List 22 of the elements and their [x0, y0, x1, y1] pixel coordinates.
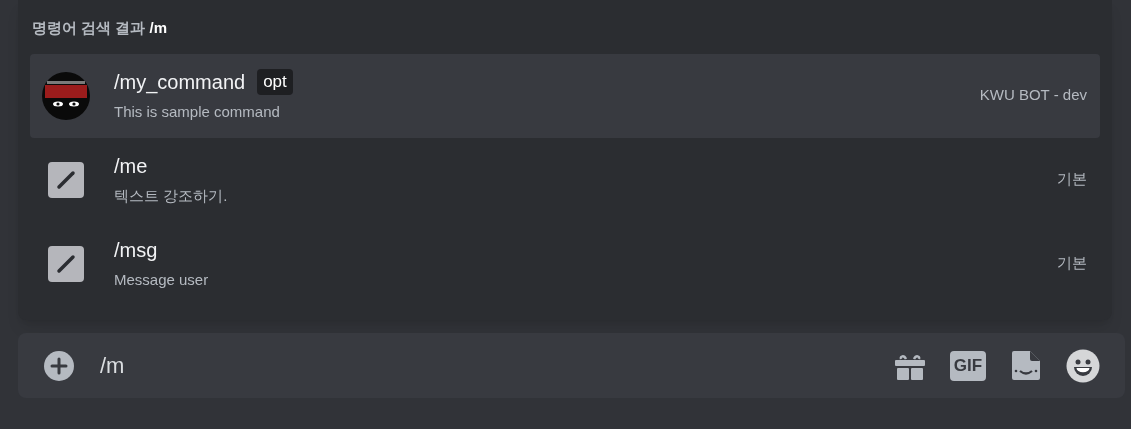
command-description: Message user — [114, 270, 210, 291]
command-item[interactable]: /my_command opt This is sample command KWU BOT - dev — [30, 53, 1100, 138]
command-name: /msg — [114, 238, 158, 264]
add-icon[interactable] — [43, 349, 75, 382]
command-description: This is sample command — [114, 102, 281, 123]
command-item[interactable]: /msg Message user 기본 — [30, 221, 1100, 306]
sticker-icon[interactable] — [1010, 349, 1042, 382]
gif-button[interactable]: GIF — [950, 350, 986, 381]
command-name: /me — [114, 154, 148, 180]
command-source: 기본 — [1057, 169, 1087, 190]
message-field[interactable]: /m GIF — [18, 333, 1125, 398]
command-source: KWU BOT - dev — [979, 85, 1087, 106]
command-name: /my_command — [114, 70, 246, 96]
command-source: 기본 — [1057, 253, 1087, 274]
emoji-icon[interactable] — [1066, 348, 1100, 383]
command-item[interactable]: /me 텍스트 강조하기. 기본 — [30, 137, 1100, 222]
panel-title: 명령어 검색 결과 — [32, 18, 147, 38]
option-tag: opt — [257, 69, 293, 96]
search-query: /m — [149, 18, 168, 38]
command-description: 텍스트 강조하기. — [114, 186, 229, 207]
slash-command-icon — [48, 161, 84, 198]
slash-command-icon — [48, 245, 84, 282]
